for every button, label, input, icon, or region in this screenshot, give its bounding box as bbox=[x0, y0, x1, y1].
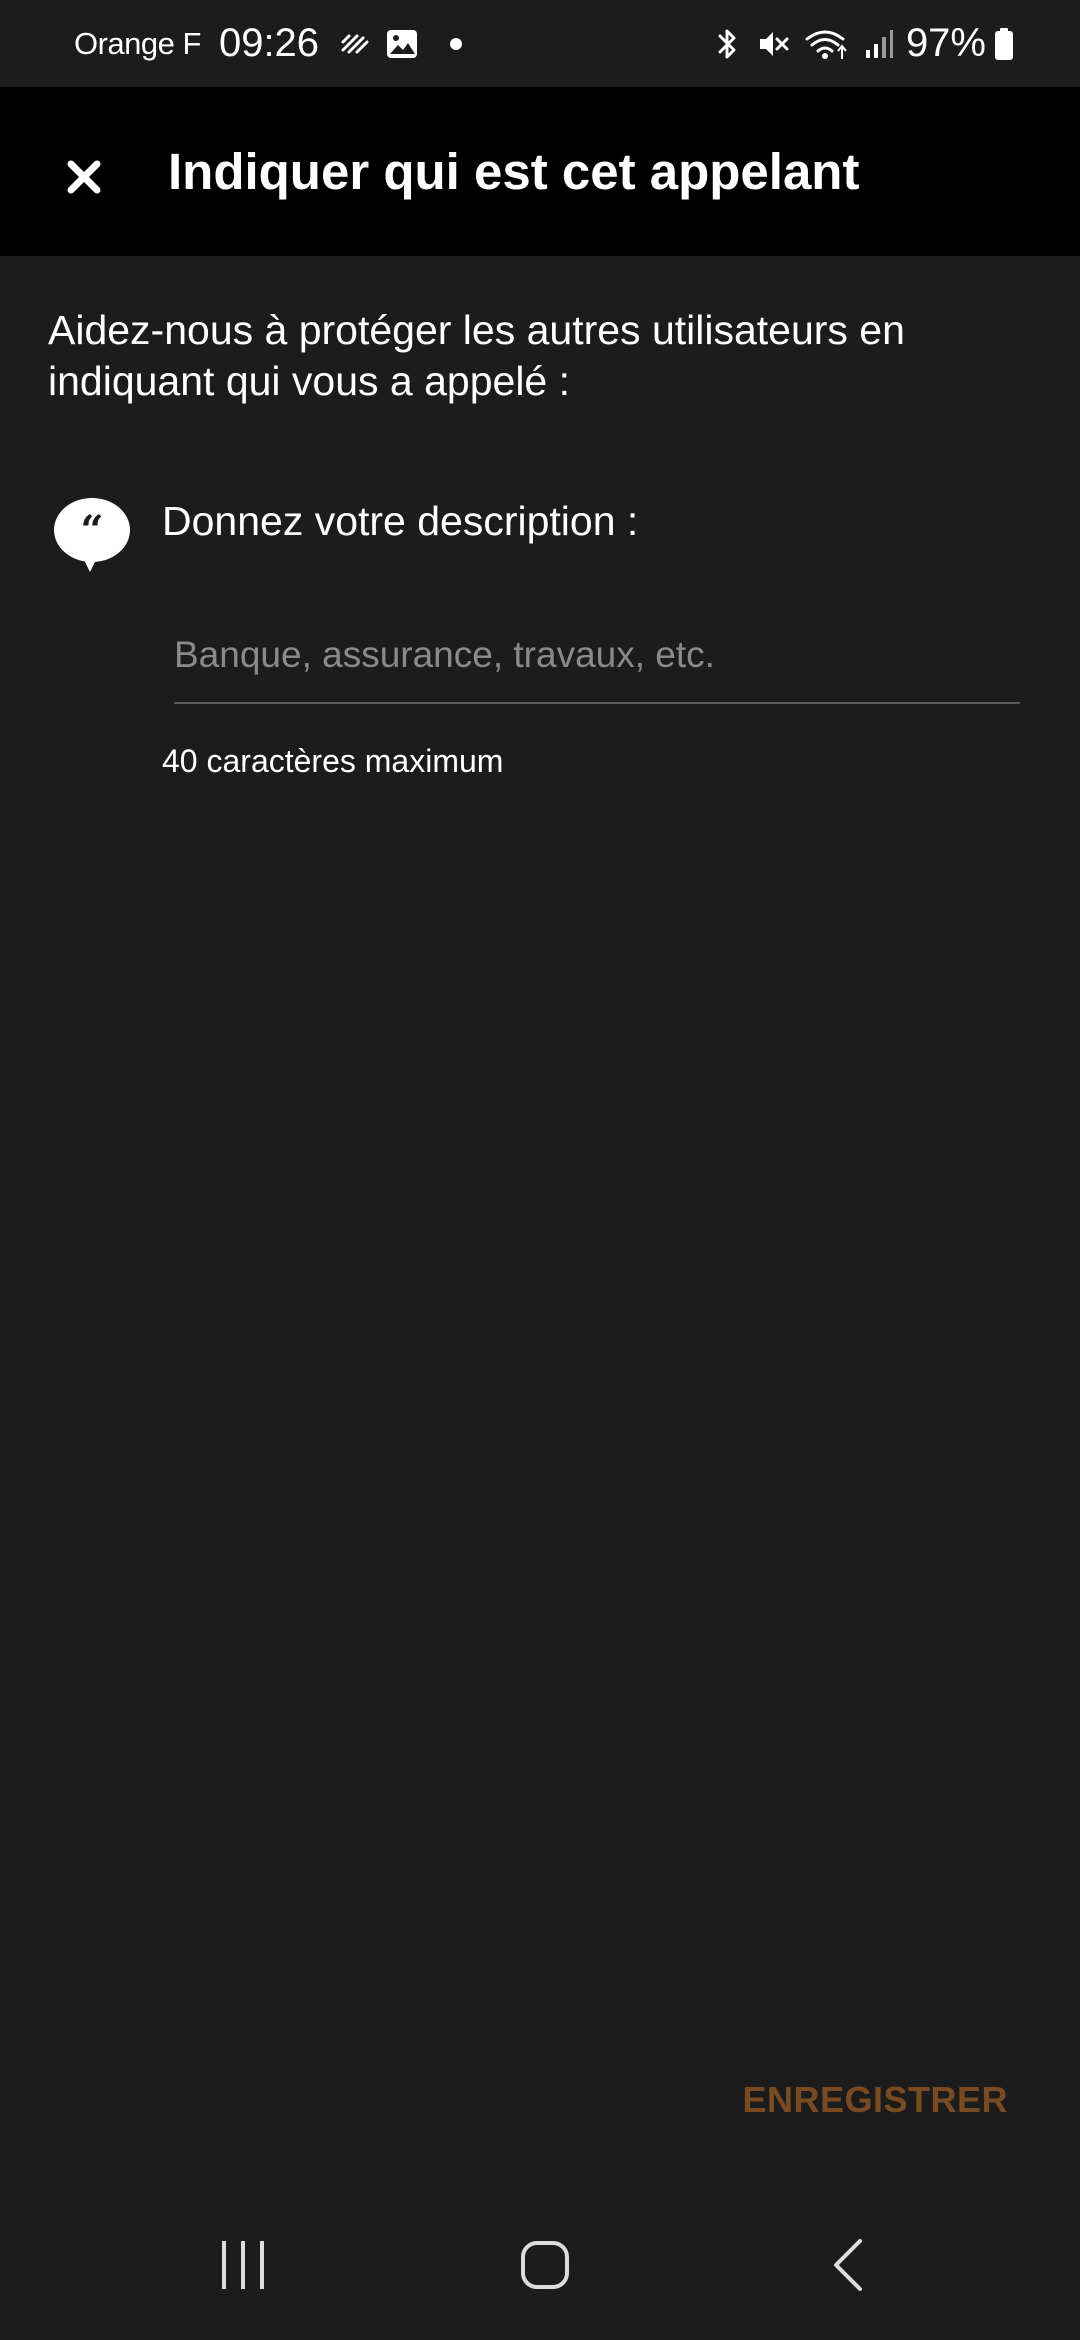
description-field bbox=[174, 620, 1020, 704]
network-activity-icon bbox=[339, 28, 371, 60]
recents-icon bbox=[222, 2241, 264, 2289]
status-bar-left: Orange F 09:26 bbox=[74, 0, 477, 87]
description-input[interactable] bbox=[174, 620, 1020, 690]
gallery-icon bbox=[385, 27, 419, 61]
page-title: Indiquer qui est cet appelant bbox=[168, 143, 860, 200]
back-icon bbox=[834, 2239, 862, 2291]
status-bar-right: 97% bbox=[712, 0, 1014, 87]
description-label: Donnez votre description : bbox=[162, 498, 639, 544]
home-icon bbox=[521, 2241, 569, 2289]
status-bar: Orange F 09:26 97% bbox=[0, 0, 1080, 87]
back-button[interactable] bbox=[768, 2190, 928, 2340]
recents-button[interactable] bbox=[163, 2190, 323, 2340]
mute-icon bbox=[756, 27, 790, 61]
quote-bubble-icon: “ bbox=[52, 496, 132, 576]
clock: 09:26 bbox=[218, 21, 320, 65]
notification-dot-icon bbox=[449, 37, 463, 51]
character-limit-hint: 40 caractères maximum bbox=[162, 743, 504, 779]
carrier-name: Orange F bbox=[74, 25, 201, 61]
wifi-icon bbox=[804, 27, 850, 61]
signal-icon bbox=[864, 28, 894, 60]
battery-icon bbox=[994, 27, 1014, 61]
intro-text: Aidez-nous à protéger les autres utilisa… bbox=[48, 307, 905, 404]
close-button[interactable] bbox=[44, 137, 124, 217]
battery-percentage: 97% bbox=[905, 21, 986, 65]
bluetooth-icon bbox=[712, 27, 742, 61]
home-button[interactable] bbox=[465, 2190, 625, 2340]
navigation-bar bbox=[0, 2190, 1080, 2340]
app-bar: Indiquer qui est cet appelant bbox=[0, 87, 1080, 256]
close-icon bbox=[67, 160, 101, 194]
save-button[interactable]: ENREGISTRER bbox=[742, 2070, 1008, 2130]
svg-text:“: “ bbox=[80, 507, 103, 554]
